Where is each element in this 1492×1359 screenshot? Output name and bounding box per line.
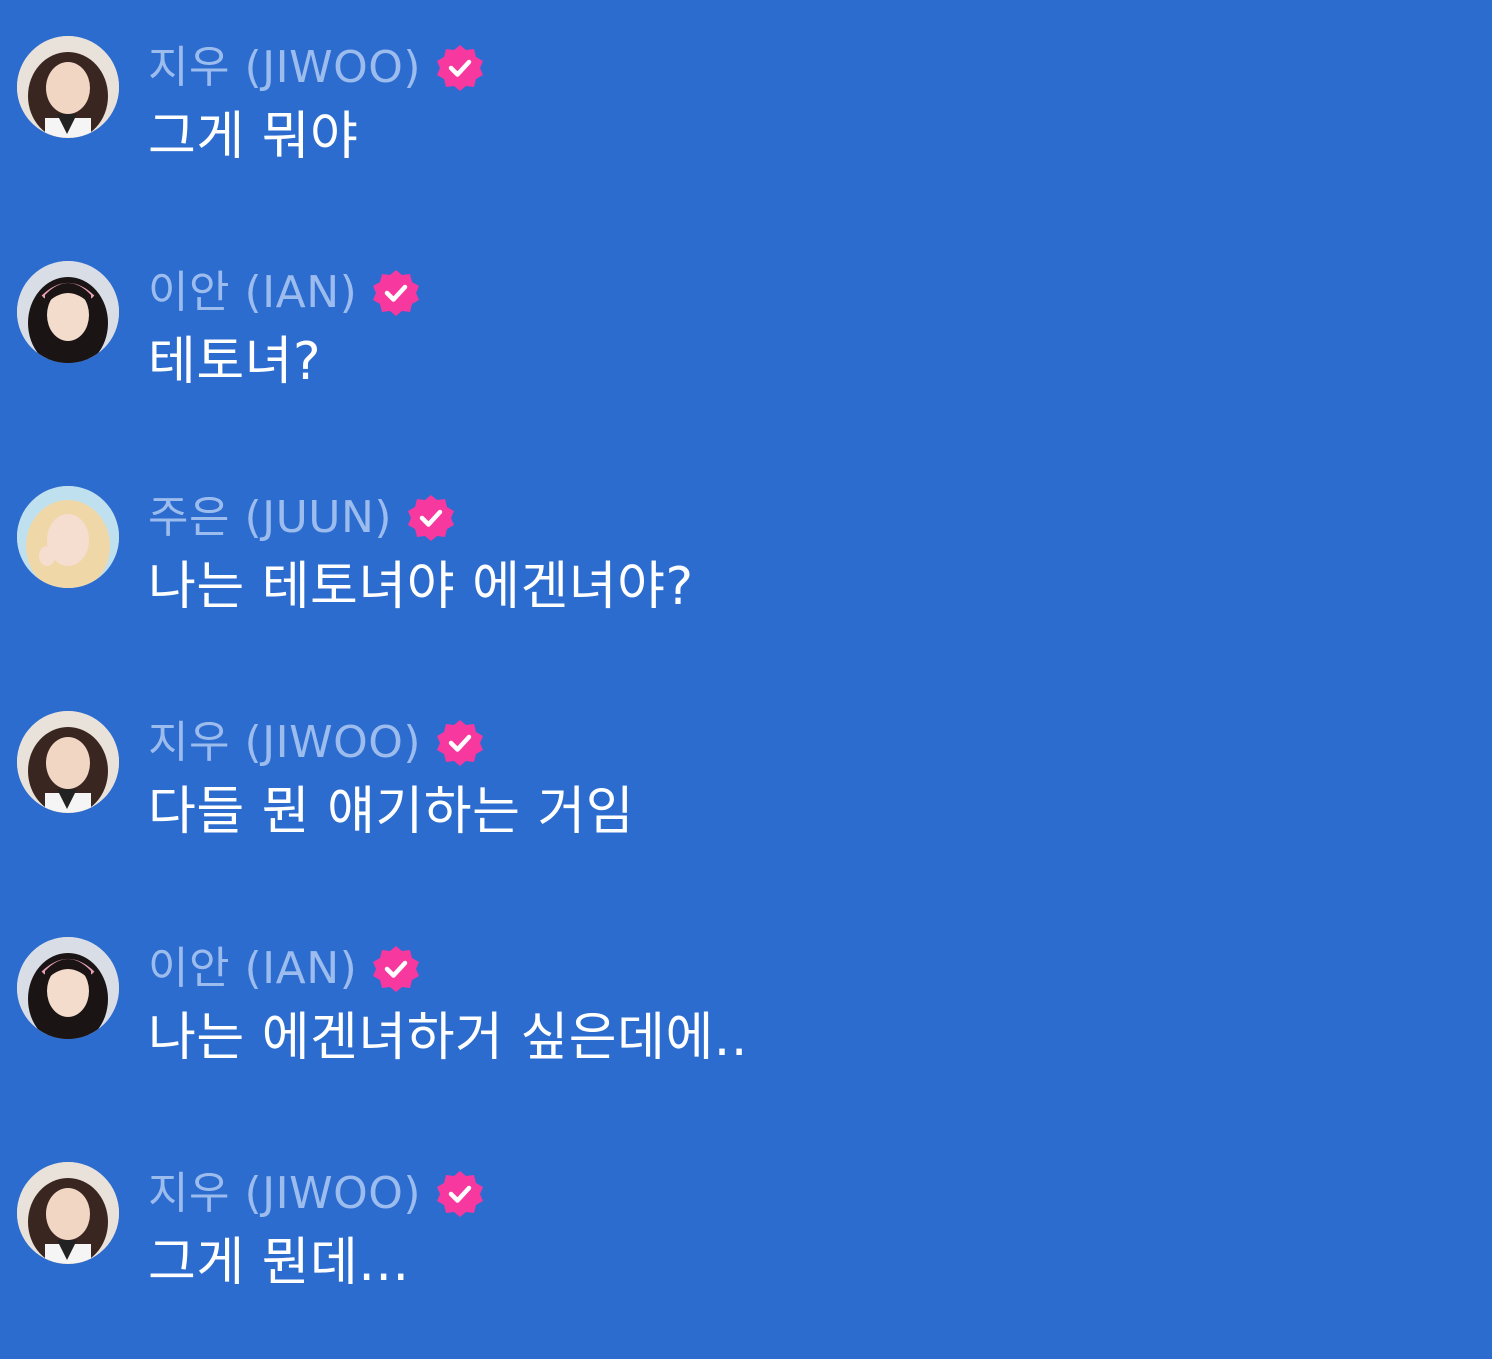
chat-message: 지우 (JIWOO) 그게 뭔데... — [0, 1159, 1492, 1359]
sender-name[interactable]: 주은 (JUUN) — [148, 496, 392, 540]
message-text: 나는 에겐녀하거 싶은데에.. — [148, 1008, 748, 1068]
message-text: 그게 뭐야 — [148, 107, 359, 167]
message-text: 나는 테토녀야 에겐녀야? — [148, 557, 694, 617]
chat-list: 지우 (JIWOO) 그게 뭐야 이안 (IAN) 테토녀? 주은 (JUUN)… — [0, 0, 1492, 1352]
chat-message: 지우 (JIWOO) 그게 뭐야 — [0, 33, 1492, 233]
sender-name[interactable]: 이안 (IAN) — [148, 947, 357, 991]
chat-message: 주은 (JUUN) 나는 테토녀야 에겐녀야? — [0, 483, 1492, 683]
verified-badge-icon — [435, 43, 485, 93]
ian-avatar[interactable] — [17, 937, 119, 1039]
jiwoo-avatar[interactable] — [17, 1162, 119, 1264]
verified-badge-icon — [435, 1169, 485, 1219]
message-text: 다들 뭔 얘기하는 거임 — [148, 782, 635, 842]
jiwoo-avatar[interactable] — [17, 711, 119, 813]
verified-badge-icon — [371, 944, 421, 994]
ian-avatar[interactable] — [17, 261, 119, 363]
sender-name[interactable]: 이안 (IAN) — [148, 271, 357, 315]
chat-message: 이안 (IAN) 테토녀? — [0, 258, 1492, 458]
verified-badge-icon — [435, 718, 485, 768]
message-text: 테토녀? — [148, 332, 322, 392]
juun-avatar[interactable] — [17, 486, 119, 588]
jiwoo-avatar[interactable] — [17, 36, 119, 138]
sender-name[interactable]: 지우 (JIWOO) — [148, 46, 421, 90]
message-text: 그게 뭔데... — [148, 1233, 410, 1293]
sender-name[interactable]: 지우 (JIWOO) — [148, 1172, 421, 1216]
verified-badge-icon — [406, 493, 456, 543]
verified-badge-icon — [371, 268, 421, 318]
chat-message: 지우 (JIWOO) 다들 뭔 얘기하는 거임 — [0, 708, 1492, 908]
sender-name[interactable]: 지우 (JIWOO) — [148, 721, 421, 765]
chat-message: 이안 (IAN) 나는 에겐녀하거 싶은데에.. — [0, 934, 1492, 1134]
